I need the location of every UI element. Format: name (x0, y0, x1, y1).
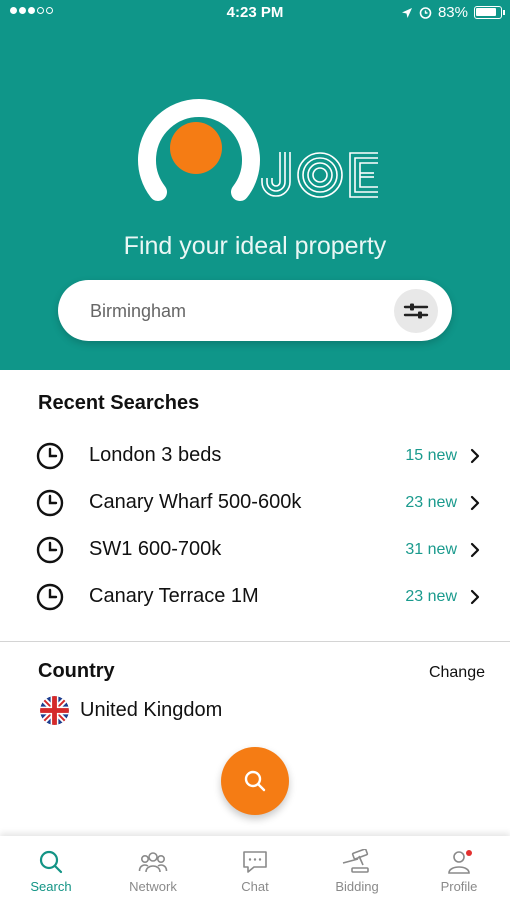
search-icon (39, 850, 63, 874)
tab-label: Search (30, 879, 72, 894)
tab-profile[interactable]: Profile (408, 836, 510, 900)
section-divider (0, 641, 510, 642)
location-arrow-icon (401, 7, 412, 18)
country-selection[interactable]: United Kingdom (40, 696, 222, 725)
search-input[interactable] (90, 298, 380, 324)
clock-icon (36, 536, 64, 564)
joe-logo (138, 99, 378, 201)
chevron-right-icon (470, 495, 480, 511)
tagline: Find your ideal property (123, 232, 387, 260)
chevron-right-icon (470, 589, 480, 605)
chat-icon (243, 851, 267, 873)
tab-bidding[interactable]: Bidding (306, 836, 408, 900)
sliders-icon (403, 303, 429, 319)
change-country-link[interactable]: Change (429, 664, 485, 682)
battery-icon (474, 6, 505, 19)
search-icon (244, 770, 266, 792)
recent-search-item[interactable]: SW1 600-700k 31 new (0, 524, 510, 571)
country-name: United Kingdom (80, 699, 223, 721)
tab-label: Bidding (335, 879, 379, 894)
recent-search-item[interactable]: London 3 beds 15 new (0, 430, 510, 477)
filter-button[interactable] (394, 289, 438, 333)
people-icon (138, 852, 168, 873)
status-bar: 4:23 PM 83% (0, 0, 510, 26)
new-count: 23 new (405, 588, 457, 605)
tab-chat[interactable]: Chat (204, 836, 306, 900)
new-count: 31 new (405, 541, 457, 558)
clock-icon (36, 489, 64, 517)
new-count: 15 new (405, 447, 457, 464)
recent-search-item[interactable]: Canary Wharf 500-600k 23 new (0, 477, 510, 524)
battery-percent: 83% (437, 4, 468, 21)
tab-label: Chat (241, 879, 269, 894)
recent-search-label: London 3 beds (89, 444, 222, 466)
recent-searches-list: London 3 beds 15 new Canary Wharf 500-60… (0, 430, 510, 618)
recent-search-label: Canary Terrace 1M (89, 585, 259, 607)
chevron-right-icon (470, 542, 480, 558)
recent-search-item[interactable]: Canary Terrace 1M 23 new (0, 571, 510, 618)
notification-dot (466, 850, 472, 856)
bottom-tab-bar: Search Network Chat Bidding Profile (0, 836, 510, 900)
new-count: 23 new (405, 494, 457, 511)
gavel-icon (342, 849, 369, 873)
search-fab-button[interactable] (221, 747, 289, 815)
recent-search-label: Canary Wharf 500-600k (89, 491, 302, 513)
tab-search[interactable]: Search (0, 836, 102, 900)
hero-header: 4:23 PM 83% Find your ideal property Bir… (0, 0, 510, 370)
recent-search-label: SW1 600-700k (89, 538, 222, 560)
search-bar[interactable] (58, 280, 452, 341)
country-title: Country (38, 660, 115, 682)
uk-flag-icon (40, 696, 69, 725)
clock-icon (36, 442, 64, 470)
tab-network[interactable]: Network (102, 836, 204, 900)
tab-label: Profile (440, 879, 478, 894)
clock-icon (36, 583, 64, 611)
alarm-icon (419, 7, 432, 19)
chevron-right-icon (470, 448, 480, 464)
recent-searches-title: Recent Searches (38, 392, 200, 414)
tab-label: Network (129, 879, 177, 894)
